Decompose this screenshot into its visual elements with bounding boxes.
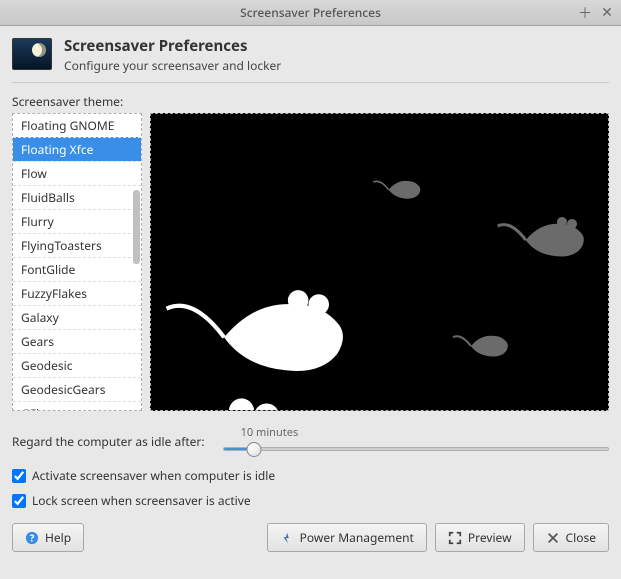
help-icon: ? bbox=[25, 531, 39, 545]
close-button[interactable]: Close bbox=[533, 523, 609, 552]
scrollbar-thumb[interactable] bbox=[133, 190, 140, 264]
close-icon[interactable]: ✕ bbox=[599, 5, 615, 21]
idle-slider-row: Regard the computer as idle after: 10 mi… bbox=[12, 425, 609, 457]
theme-list-item[interactable]: Flow bbox=[13, 161, 141, 185]
activate-checkbox-row[interactable]: Activate screensaver when computer is id… bbox=[12, 467, 609, 484]
power-icon bbox=[280, 531, 294, 545]
theme-list-item[interactable]: Geodesic bbox=[13, 353, 141, 377]
power-management-button[interactable]: Power Management bbox=[267, 523, 427, 552]
screensaver-app-icon bbox=[12, 38, 52, 70]
theme-list-item[interactable]: FontGlide bbox=[13, 257, 141, 281]
button-bar: ? Help Power Management Preview Close bbox=[12, 523, 609, 552]
header: Screensaver Preferences Configure your s… bbox=[12, 36, 609, 83]
lock-checkbox[interactable] bbox=[12, 494, 26, 508]
preview-button[interactable]: Preview bbox=[435, 523, 525, 552]
theme-list-label: Screensaver theme: bbox=[12, 93, 609, 110]
idle-slider[interactable] bbox=[223, 441, 609, 457]
lock-checkbox-label: Lock screen when screensaver is active bbox=[32, 492, 251, 509]
page-subtitle: Configure your screensaver and locker bbox=[64, 57, 281, 74]
theme-list-item[interactable]: Flurry bbox=[13, 209, 141, 233]
fullscreen-icon bbox=[448, 531, 462, 545]
header-text: Screensaver Preferences Configure your s… bbox=[64, 36, 281, 74]
help-button[interactable]: ? Help bbox=[12, 523, 84, 552]
theme-list-item[interactable]: Floating Xfce bbox=[13, 137, 141, 161]
screensaver-preview bbox=[150, 113, 609, 411]
theme-row: Floating GNOMEFloating XfceFlowFluidBall… bbox=[12, 113, 609, 411]
page-title: Screensaver Preferences bbox=[64, 36, 281, 56]
power-button-label: Power Management bbox=[300, 529, 414, 546]
theme-list-item[interactable]: Floating GNOME bbox=[13, 114, 141, 137]
theme-list-item[interactable]: GeodesicGears bbox=[13, 377, 141, 401]
window-title: Screensaver Preferences bbox=[240, 4, 381, 21]
activate-checkbox-label: Activate screensaver when computer is id… bbox=[32, 467, 275, 484]
slider-track bbox=[223, 447, 609, 451]
activate-checkbox[interactable] bbox=[12, 469, 26, 483]
theme-list-item[interactable]: FlyingToasters bbox=[13, 233, 141, 257]
minimize-icon[interactable]: ＋ bbox=[577, 5, 593, 21]
idle-value-label: 10 minutes bbox=[241, 425, 609, 440]
theme-list-item[interactable]: FuzzyFlakes bbox=[13, 281, 141, 305]
theme-list-item[interactable]: Galaxy bbox=[13, 305, 141, 329]
theme-list-item[interactable]: GFlux bbox=[13, 401, 141, 411]
idle-label: Regard the computer as idle after: bbox=[12, 433, 205, 450]
close-button-label: Close bbox=[566, 529, 596, 546]
theme-list-item[interactable]: Gears bbox=[13, 329, 141, 353]
titlebar-controls: ＋ ✕ bbox=[577, 5, 615, 21]
theme-list[interactable]: Floating GNOMEFloating XfceFlowFluidBall… bbox=[12, 113, 142, 411]
svg-text:?: ? bbox=[30, 531, 35, 544]
titlebar[interactable]: Screensaver Preferences ＋ ✕ bbox=[0, 0, 621, 26]
window-body: Screensaver Preferences Configure your s… bbox=[0, 26, 621, 579]
help-button-label: Help bbox=[45, 529, 71, 546]
slider-thumb[interactable] bbox=[246, 442, 261, 457]
lock-checkbox-row[interactable]: Lock screen when screensaver is active bbox=[12, 492, 609, 509]
preview-button-label: Preview bbox=[468, 529, 512, 546]
theme-list-item[interactable]: FluidBalls bbox=[13, 185, 141, 209]
close-x-icon bbox=[546, 531, 560, 545]
